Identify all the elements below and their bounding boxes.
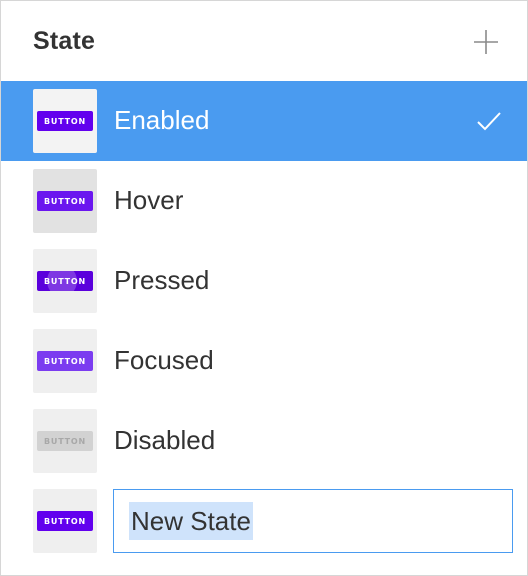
add-state-button[interactable] xyxy=(471,27,501,57)
new-state-name-value[interactable]: New State xyxy=(129,502,253,540)
state-preview-thumbnail: BUTTON xyxy=(33,409,97,473)
state-name: Disabled xyxy=(114,425,216,455)
state-panel-header: State xyxy=(1,1,527,81)
state-item-hover[interactable]: BUTTON Hover xyxy=(1,161,527,241)
state-item-new: BUTTON New State xyxy=(1,481,527,561)
state-preview-thumbnail: BUTTON xyxy=(33,329,97,393)
state-name: Focused xyxy=(114,345,214,375)
preview-button: BUTTON xyxy=(37,271,93,291)
checkmark-icon xyxy=(477,112,501,131)
state-preview-thumbnail: BUTTON xyxy=(33,489,97,553)
preview-button: BUTTON xyxy=(37,431,93,451)
state-preview-thumbnail: BUTTON xyxy=(33,169,97,233)
state-preview-thumbnail: BUTTON xyxy=(33,89,97,153)
panel-title: State xyxy=(33,27,96,55)
state-preview-thumbnail: BUTTON xyxy=(33,249,97,313)
preview-button: BUTTON xyxy=(37,191,93,211)
state-name: Enabled xyxy=(114,105,210,135)
state-item-disabled[interactable]: BUTTON Disabled xyxy=(1,401,527,481)
state-item-pressed[interactable]: BUTTON Pressed xyxy=(1,241,527,321)
state-name: Hover xyxy=(114,185,184,215)
preview-button: BUTTON xyxy=(37,511,93,531)
state-item-focused[interactable]: BUTTON Focused xyxy=(1,321,527,401)
plus-icon xyxy=(474,30,498,54)
state-name: Pressed xyxy=(114,265,210,295)
preview-button: BUTTON xyxy=(37,111,93,131)
new-state-name-input[interactable]: New State xyxy=(113,489,513,553)
state-panel: State BUTTON Enabled BUTTON Hover BUTTON… xyxy=(0,0,528,576)
preview-button: BUTTON xyxy=(37,351,93,371)
state-item-enabled[interactable]: BUTTON Enabled xyxy=(1,81,527,161)
